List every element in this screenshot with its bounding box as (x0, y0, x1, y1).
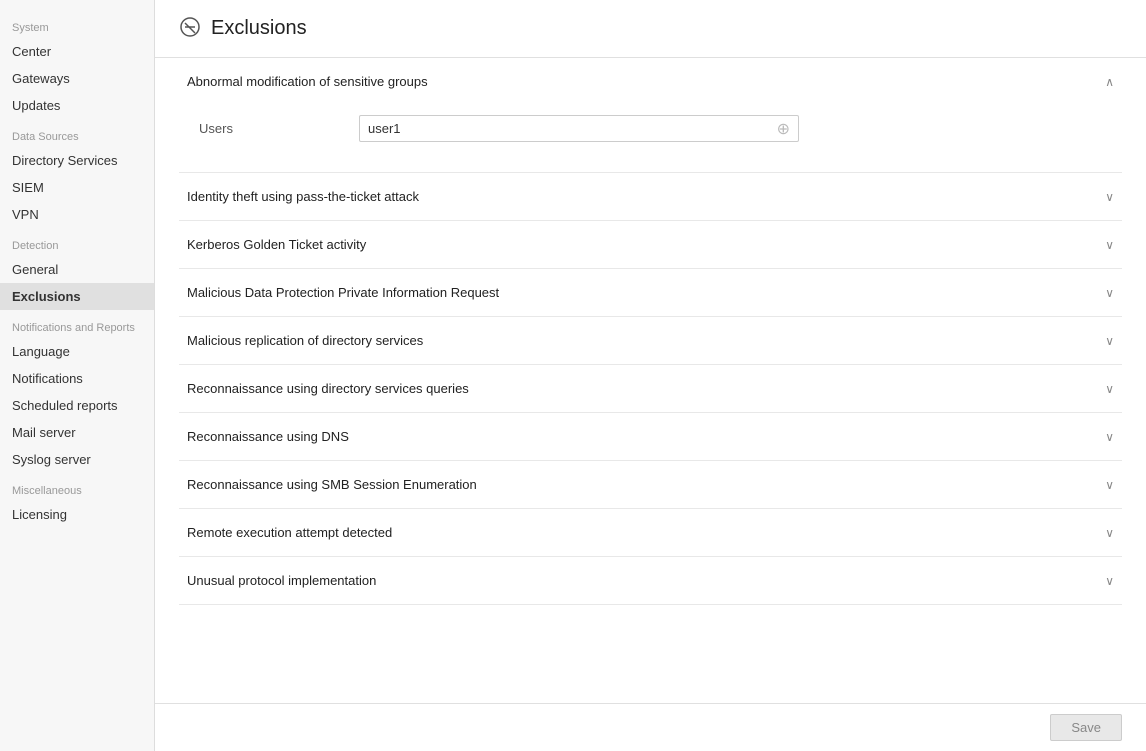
chevron-icon-recon-smb: ∨ (1105, 478, 1114, 492)
accordion-header-recon-dns[interactable]: Reconnaissance using DNS ∨ (179, 413, 1122, 460)
field-input-0[interactable] (368, 116, 773, 141)
field-row-0: Users ⊕ (199, 115, 1102, 142)
sidebar-item-gateways[interactable]: Gateways (0, 65, 154, 92)
sidebar-item-scheduled-reports[interactable]: Scheduled reports (0, 392, 154, 419)
sidebar-section-system: System (0, 10, 154, 38)
accordion-item-kerberos-golden: Kerberos Golden Ticket activity ∨ (179, 221, 1122, 269)
accordion-title-malicious-dpapi: Malicious Data Protection Private Inform… (187, 285, 499, 300)
sidebar-section-notifications-and-reports: Notifications and Reports (0, 310, 154, 338)
accordion-title-kerberos-golden: Kerberos Golden Ticket activity (187, 237, 366, 252)
accordion-title-identity-theft: Identity theft using pass-the-ticket att… (187, 189, 419, 204)
exclusions-icon (179, 16, 201, 41)
accordion-title-recon-dns: Reconnaissance using DNS (187, 429, 349, 444)
chevron-icon-recon-directory: ∨ (1105, 382, 1114, 396)
chevron-icon-abnormal-modification: ∧ (1105, 75, 1114, 89)
accordion-item-malicious-replication: Malicious replication of directory servi… (179, 317, 1122, 365)
accordion-title-remote-execution: Remote execution attempt detected (187, 525, 392, 540)
sidebar-item-syslog-server[interactable]: Syslog server (0, 446, 154, 473)
accordion-header-unusual-protocol[interactable]: Unusual protocol implementation ∨ (179, 557, 1122, 604)
sidebar-item-vpn[interactable]: VPN (0, 201, 154, 228)
accordion-title-abnormal-modification: Abnormal modification of sensitive group… (187, 74, 428, 89)
main-content: Exclusions Abnormal modification of sens… (155, 0, 1146, 751)
field-input-wrap-0: ⊕ (359, 115, 799, 142)
sidebar-section-detection: Detection (0, 228, 154, 256)
sidebar: SystemCenterGatewaysUpdatesData SourcesD… (0, 0, 155, 751)
accordion-title-recon-directory: Reconnaissance using directory services … (187, 381, 469, 396)
sidebar-item-language[interactable]: Language (0, 338, 154, 365)
accordion-header-recon-smb[interactable]: Reconnaissance using SMB Session Enumera… (179, 461, 1122, 508)
accordion-item-malicious-dpapi: Malicious Data Protection Private Inform… (179, 269, 1122, 317)
accordion-item-unusual-protocol: Unusual protocol implementation ∨ (179, 557, 1122, 605)
chevron-icon-kerberos-golden: ∨ (1105, 238, 1114, 252)
sidebar-item-exclusions[interactable]: Exclusions (0, 283, 154, 310)
sidebar-item-center[interactable]: Center (0, 38, 154, 65)
chevron-icon-unusual-protocol: ∨ (1105, 574, 1114, 588)
accordion-header-malicious-dpapi[interactable]: Malicious Data Protection Private Inform… (179, 269, 1122, 316)
sidebar-item-licensing[interactable]: Licensing (0, 501, 154, 528)
sidebar-item-siem[interactable]: SIEM (0, 174, 154, 201)
sidebar-item-mail-server[interactable]: Mail server (0, 419, 154, 446)
sidebar-item-directory-services[interactable]: Directory Services (0, 147, 154, 174)
accordion-item-abnormal-modification: Abnormal modification of sensitive group… (179, 58, 1122, 173)
accordion-header-recon-directory[interactable]: Reconnaissance using directory services … (179, 365, 1122, 412)
accordion-header-identity-theft[interactable]: Identity theft using pass-the-ticket att… (179, 173, 1122, 220)
accordion-title-malicious-replication: Malicious replication of directory servi… (187, 333, 423, 348)
accordion-title-unusual-protocol: Unusual protocol implementation (187, 573, 376, 588)
sidebar-item-general[interactable]: General (0, 256, 154, 283)
field-label-0: Users (199, 121, 359, 136)
accordion-item-remote-execution: Remote execution attempt detected ∨ (179, 509, 1122, 557)
footer: Save (155, 703, 1146, 751)
accordion-item-identity-theft: Identity theft using pass-the-ticket att… (179, 173, 1122, 221)
accordion-header-abnormal-modification[interactable]: Abnormal modification of sensitive group… (179, 58, 1122, 105)
save-button[interactable]: Save (1050, 714, 1122, 741)
page-title: Exclusions (211, 17, 307, 40)
chevron-icon-remote-execution: ∨ (1105, 526, 1114, 540)
sidebar-section-miscellaneous: Miscellaneous (0, 473, 154, 501)
content-area: Abnormal modification of sensitive group… (155, 58, 1146, 751)
sidebar-item-updates[interactable]: Updates (0, 92, 154, 119)
accordion-item-recon-dns: Reconnaissance using DNS ∨ (179, 413, 1122, 461)
accordion-item-recon-smb: Reconnaissance using SMB Session Enumera… (179, 461, 1122, 509)
chevron-icon-malicious-replication: ∨ (1105, 334, 1114, 348)
accordion-header-kerberos-golden[interactable]: Kerberos Golden Ticket activity ∨ (179, 221, 1122, 268)
page-header: Exclusions (155, 0, 1146, 58)
sidebar-item-notifications[interactable]: Notifications (0, 365, 154, 392)
accordion-header-malicious-replication[interactable]: Malicious replication of directory servi… (179, 317, 1122, 364)
accordion-header-remote-execution[interactable]: Remote execution attempt detected ∨ (179, 509, 1122, 556)
accordion-title-recon-smb: Reconnaissance using SMB Session Enumera… (187, 477, 477, 492)
chevron-icon-identity-theft: ∨ (1105, 190, 1114, 204)
chevron-icon-malicious-dpapi: ∨ (1105, 286, 1114, 300)
add-icon-0[interactable]: ⊕ (773, 119, 790, 139)
chevron-icon-recon-dns: ∨ (1105, 430, 1114, 444)
sidebar-section-data-sources: Data Sources (0, 119, 154, 147)
accordion-body-abnormal-modification: Users ⊕ (179, 105, 1122, 172)
accordion-item-recon-directory: Reconnaissance using directory services … (179, 365, 1122, 413)
